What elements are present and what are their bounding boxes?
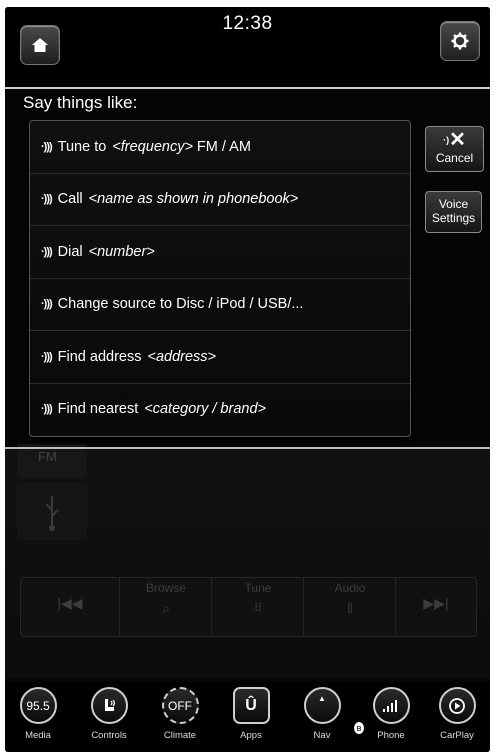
voice-settings-label-2: Settings [431, 211, 476, 225]
voice-waves-icon: ·))) [41, 245, 53, 258]
command-variable: <address> [147, 348, 217, 365]
playback-controls: |◀◀ Browse ⌕ Tune ⠿ Audio ⫼ ▶▶| [20, 577, 477, 637]
nav-carplay[interactable]: CarPlay [429, 687, 485, 741]
command-suffix: FM / AM [196, 138, 251, 155]
uconnect-logo-glyph: Û [245, 696, 257, 714]
nav-climate[interactable]: OFF Climate [152, 687, 208, 741]
nav-label: CarPlay [440, 730, 474, 741]
command-text: Find nearest [57, 401, 139, 418]
apps-icon: Û [232, 687, 270, 724]
command-variable: <name as shown in phonebook> [88, 191, 299, 208]
nav-label: Apps [240, 730, 262, 741]
voice-command-item[interactable]: ·))) Call <name as shown in phonebook> [30, 174, 410, 226]
command-variable: <frequency> [112, 138, 193, 155]
media-icon: 95.5 [19, 687, 57, 724]
media-frequency: 95.5 [26, 698, 50, 713]
command-text: Call [57, 191, 83, 208]
voice-waves-icon: ·))) [41, 403, 53, 416]
home-icon [32, 38, 48, 52]
voice-waves-icon: ·))) [41, 298, 53, 311]
nav-controls[interactable]: Controls [81, 687, 137, 741]
clock: 12:38 [222, 13, 273, 34]
browse-button[interactable]: Browse ⌕ [119, 578, 212, 636]
command-variable: <number> [88, 243, 155, 260]
climate-icon: OFF [161, 687, 199, 724]
next-track-button[interactable]: ▶▶| [395, 578, 476, 636]
phone-signal-icon [372, 687, 410, 724]
tune-button[interactable]: Tune ⠿ [211, 578, 304, 636]
overlay-divider [5, 447, 490, 449]
voice-command-item[interactable]: ·))) Tune to <frequency> FM / AM [30, 121, 410, 174]
header-divider [5, 87, 490, 89]
source-tab-fm: FM [17, 444, 87, 478]
uconnect-screen: 12:38 FM |◀◀ Browse ⌕ Tune ⠿ Audio ⫼ ▶▶|… [5, 7, 490, 752]
voice-settings-button[interactable]: Voice Settings [425, 191, 482, 233]
audio-label: Audio [334, 581, 366, 595]
nav-label: Media [25, 730, 51, 741]
voice-settings-label-1: Voice [438, 197, 469, 211]
nav-label: Climate [163, 730, 197, 741]
voice-command-item[interactable]: ·))) Dial <number> [30, 226, 410, 279]
gear-icon [451, 32, 469, 50]
voice-command-item[interactable]: ·))) Change source to Disc / iPod / USB/… [30, 279, 410, 331]
keypad-icon: ⠿ [253, 601, 263, 615]
seat-controls-icon [90, 687, 128, 724]
voice-waves-icon: ·))) [41, 193, 53, 206]
command-text: Tune to [57, 138, 107, 155]
nav-label: Controls [91, 730, 127, 741]
voice-waves-icon: ·))) [41, 350, 53, 363]
equalizer-icon: ⫼ [347, 601, 353, 615]
nav-media[interactable]: 95.5 Media [10, 687, 66, 741]
tune-label: Tune [244, 581, 272, 595]
settings-button[interactable] [440, 21, 480, 61]
voice-waves-icon: ·))) [41, 140, 53, 153]
usb-icon [45, 496, 59, 531]
command-variable: <category / brand> [144, 401, 266, 418]
command-text: Dial [57, 243, 83, 260]
next-icon: ▶▶| [423, 595, 449, 611]
cancel-button[interactable]: ·)✕ Cancel [425, 126, 484, 172]
nav-apps[interactable]: Û Apps [223, 687, 279, 741]
audio-button[interactable]: Audio ⫼ [303, 578, 396, 636]
previous-track-button[interactable]: |◀◀ [21, 578, 119, 636]
voice-command-item[interactable]: ·))) Find nearest <category / brand> [30, 384, 410, 436]
browse-icon: ⌕ [162, 600, 170, 616]
cancel-label: Cancel [435, 151, 474, 165]
command-text: Change source to Disc / iPod / USB/... [57, 296, 304, 313]
previous-icon: |◀◀ [57, 595, 83, 611]
nav-nav[interactable]: ▲ Nav [294, 687, 350, 741]
bottom-nav: 95.5 Media Controls OFF Climate Û Apps ▲… [5, 682, 490, 752]
nav-phone[interactable]: Phone [363, 687, 419, 741]
source-tab-usb [17, 482, 87, 540]
nav-label: Phone [377, 730, 405, 741]
nav-label: Nav [313, 730, 331, 741]
top-bar: 12:38 [5, 7, 490, 87]
command-text: Find address [57, 348, 142, 365]
climate-status: OFF [168, 698, 192, 713]
voice-command-item[interactable]: ·))) Find address <address> [30, 331, 410, 384]
voice-command-list: ·))) Tune to <frequency> FM / AM ·))) Ca… [29, 120, 411, 437]
compass-icon: ▲ [303, 687, 341, 724]
voice-prompt: Say things like: [23, 93, 138, 112]
cancel-icon: ·)✕ [443, 129, 466, 151]
browse-label: Browse [145, 581, 186, 595]
carplay-icon [438, 687, 476, 724]
